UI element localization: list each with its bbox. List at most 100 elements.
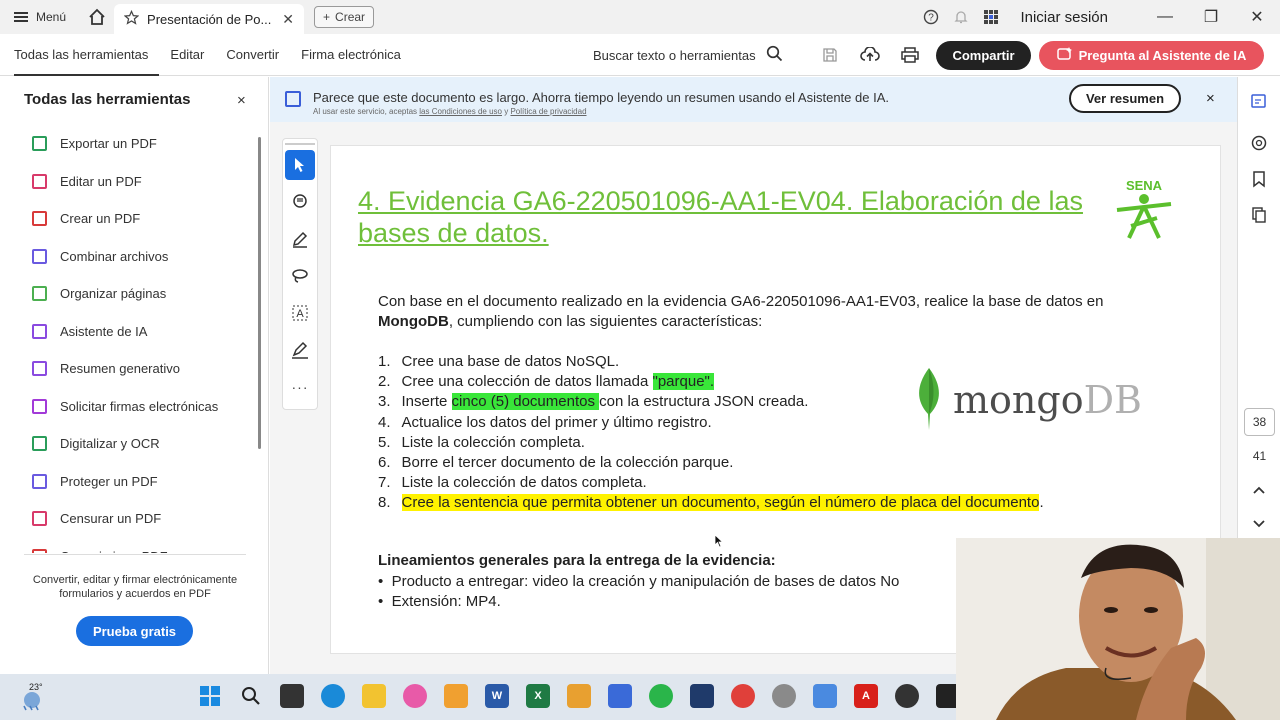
panel-divider <box>24 554 246 555</box>
store-icon[interactable] <box>608 684 632 708</box>
star-icon[interactable] <box>123 9 140 28</box>
main-toolbar: Todas las herramientas Editar Convertir … <box>0 34 1280 76</box>
mongo-db: DB <box>1083 378 1142 422</box>
menu-button[interactable]: Menú <box>0 0 80 34</box>
panel-scrollbar[interactable] <box>258 137 261 449</box>
share-button[interactable]: Compartir <box>936 41 1031 70</box>
comment-icon[interactable] <box>285 187 315 217</box>
pen-icon[interactable] <box>285 224 315 254</box>
search-icon[interactable] <box>766 45 783 65</box>
text-select-icon[interactable]: A <box>285 298 315 328</box>
tool-item[interactable]: Resumen generativo <box>0 350 255 388</box>
tool-item[interactable]: Exportar un PDF <box>0 125 255 163</box>
save-icon[interactable] <box>810 34 850 76</box>
terms-prefix: Al usar este servicio, aceptas <box>313 107 418 116</box>
search-taskbar-icon[interactable] <box>239 684 263 708</box>
search-tools[interactable]: Buscar texto o herramientas <box>593 34 783 76</box>
ai-summary-rail-icon[interactable] <box>1249 91 1269 111</box>
sign-icon[interactable] <box>285 335 315 365</box>
copilot-icon[interactable] <box>403 684 427 708</box>
comments-rail-icon[interactable] <box>1249 133 1269 153</box>
tool-item[interactable]: Digitalizar y OCR <box>0 425 255 463</box>
edge-icon[interactable] <box>321 684 345 708</box>
bookmark-rail-icon[interactable] <box>1249 169 1269 189</box>
tool-label: Combinar archivos <box>60 248 169 264</box>
tool-item[interactable]: Combinar archivos <box>0 238 255 276</box>
excel-icon[interactable]: X <box>526 684 550 708</box>
toolbar-esign[interactable]: Firma electrónica <box>290 34 412 76</box>
temperature: 23° <box>29 682 43 692</box>
app-icon[interactable] <box>444 684 468 708</box>
tool-icon <box>32 286 47 302</box>
task-view-icon[interactable] <box>280 684 304 708</box>
print-icon[interactable] <box>890 34 930 76</box>
current-page-input[interactable]: 38 <box>1244 408 1275 436</box>
list-text-pre: Cree una base de datos NoSQL. <box>401 353 620 370</box>
more-tools-icon[interactable]: ··· <box>285 372 315 402</box>
tab-close-icon[interactable]: ✕ <box>282 11 294 28</box>
list-number: 2. <box>378 373 391 391</box>
lasso-icon[interactable] <box>285 261 315 291</box>
list-number: 6. <box>378 454 391 472</box>
intro-paragraph: Con base en el documento realizado en la… <box>378 292 1148 332</box>
signin-link[interactable]: Iniciar sesión <box>1020 9 1108 26</box>
summary-banner: Parece que este documento es largo. Ahor… <box>270 77 1237 122</box>
list-text: Actualice los datos del primer y último … <box>402 413 712 433</box>
tool-item[interactable]: Crear un PDF <box>0 200 255 238</box>
free-trial-button[interactable]: Prueba gratis <box>76 616 193 646</box>
pages-rail-icon[interactable] <box>1249 205 1269 225</box>
tool-item[interactable]: Proteger un PDF <box>0 463 255 501</box>
privacy-link[interactable]: Política de privacidad <box>510 107 586 116</box>
close-window-icon[interactable]: ✕ <box>1234 0 1280 34</box>
hamburger-icon <box>14 12 28 22</box>
banner-close-icon[interactable]: × <box>1206 90 1215 107</box>
select-cursor-icon[interactable] <box>285 150 315 180</box>
tool-item[interactable]: Solicitar firmas electrónicas <box>0 388 255 426</box>
app-icon-3[interactable] <box>772 684 796 708</box>
tool-item[interactable]: Editar un PDF <box>0 163 255 201</box>
obs-icon[interactable] <box>895 684 919 708</box>
toolbar-all-tools[interactable]: Todas las herramientas <box>0 34 160 76</box>
tool-item[interactable]: Asistente de IA <box>0 313 255 351</box>
svg-text:A: A <box>296 308 304 320</box>
sena-logo-text: SENA <box>1126 178 1163 193</box>
chrome-icon[interactable] <box>731 684 755 708</box>
notepad-icon[interactable] <box>813 684 837 708</box>
view-summary-button[interactable]: Ver resumen <box>1069 84 1181 113</box>
chevron-down-icon[interactable] <box>1249 517 1269 531</box>
ai-assistant-button[interactable]: Pregunta al Asistente de IA <box>1039 41 1264 70</box>
acrobat-icon[interactable]: A <box>854 684 878 708</box>
upload-cloud-icon[interactable] <box>850 34 890 76</box>
document-tab[interactable]: Presentación de Po... ✕ <box>114 4 305 34</box>
vpn-icon[interactable] <box>690 684 714 708</box>
mongodb-logo: mongoDB <box>913 366 1173 436</box>
word-icon[interactable]: W <box>485 684 509 708</box>
windows-start-icon[interactable] <box>198 684 222 708</box>
plus-icon: + <box>323 10 331 24</box>
list-number: 1. <box>378 353 391 370</box>
tool-item[interactable]: Comprimir un PDF <box>0 538 255 553</box>
app-icon-2[interactable] <box>567 684 591 708</box>
toolbar-convert[interactable]: Convertir <box>215 34 290 76</box>
intro-bold: MongoDB <box>378 313 449 330</box>
tool-icon <box>32 361 47 377</box>
tool-label: Exportar un PDF <box>60 136 157 152</box>
home-icon[interactable] <box>80 0 114 34</box>
whatsapp-icon[interactable] <box>649 684 673 708</box>
menu-label: Menú <box>36 10 67 24</box>
toolbar-edit[interactable]: Editar <box>159 34 215 76</box>
list-text: Liste la colección de datos completa. <box>402 473 647 493</box>
chevron-up-icon[interactable] <box>1249 483 1269 497</box>
list-text-highlight: cinco (5) documentos <box>451 393 600 411</box>
tool-item[interactable]: Censurar un PDF <box>0 500 255 538</box>
new-tab-button[interactable]: + Crear <box>314 6 375 28</box>
bell-icon[interactable] <box>946 0 976 34</box>
file-explorer-icon[interactable] <box>362 684 386 708</box>
help-icon[interactable]: ? <box>916 0 946 34</box>
tool-item[interactable]: Organizar páginas <box>0 275 255 313</box>
apps-grid-icon[interactable] <box>976 0 1006 34</box>
panel-close-icon[interactable]: × <box>237 92 246 109</box>
restore-icon[interactable]: ❐ <box>1188 0 1234 34</box>
minimize-icon[interactable]: — <box>1142 0 1188 34</box>
terms-link[interactable]: las Condiciones de uso <box>419 107 502 116</box>
